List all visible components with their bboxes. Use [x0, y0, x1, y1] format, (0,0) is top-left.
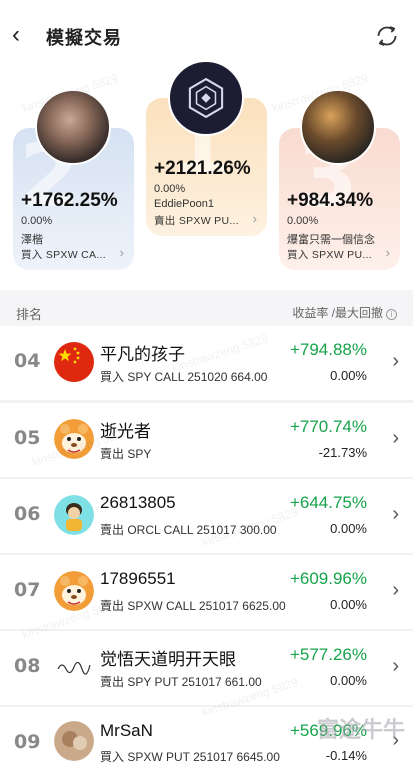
chevron-right-icon: › — [392, 427, 399, 449]
podium-drawdown: 0.00% — [154, 183, 186, 195]
row-last-trade: 賣出 SPXW CALL 251017 6625.00 — [100, 599, 286, 613]
chevron-right-icon: › — [392, 579, 399, 601]
podium-trade: 買入 SPXW CA... — [21, 249, 106, 261]
photo-avatar-icon — [54, 721, 94, 761]
podium-return: +1762.25% — [21, 190, 118, 211]
ranking-row[interactable]: 08 觉悟天道明开天眼 賣出 SPY PUT 251017 661.00 +57… — [0, 631, 413, 705]
row-last-trade: 賣出 SPY — [100, 447, 152, 461]
avatar — [54, 342, 94, 382]
podium-username: 澤楷 — [21, 234, 43, 246]
row-return: +577.26% — [289, 645, 367, 664]
info-icon[interactable]: i — [386, 309, 397, 320]
row-rank: 05 — [14, 427, 41, 449]
page-title: 模擬交易 — [46, 28, 122, 48]
row-username: 平凡的孩子 — [100, 345, 185, 364]
podium-return: +984.34% — [287, 190, 374, 211]
rank-column-label: 排名 — [16, 307, 43, 322]
row-max-drawdown: 0.00% — [330, 368, 367, 383]
avatar — [54, 495, 94, 535]
crypto-logo-icon — [188, 77, 224, 119]
china-flag-avatar-icon — [54, 342, 94, 382]
avatar — [54, 419, 94, 459]
row-username: MrSaN — [100, 721, 153, 740]
ranking-list-header: 排名 收益率 /最大回撤 i — [0, 300, 413, 328]
yield-label-text: 收益率 /最大回撤 — [292, 306, 383, 320]
row-username: 26813805 — [100, 493, 176, 512]
row-rank: 08 — [14, 655, 41, 677]
podium-username: 爆富只需一個信念 — [287, 234, 375, 246]
row-return: +770.74% — [289, 417, 367, 436]
row-return: +609.96% — [289, 569, 367, 588]
ranking-row[interactable]: 04 平凡的孩子 買入 SPY CALL 251020 664.00 +794.… — [0, 326, 413, 400]
row-rank: 07 — [14, 579, 41, 601]
ranking-row[interactable]: 07 17896551 賣出 SPXW CALL 251017 6625.00 … — [0, 555, 413, 629]
row-last-trade: 賣出 ORCL CALL 251017 300.00 — [100, 523, 277, 537]
cartoon-tiger-avatar-icon — [54, 419, 94, 459]
handwriting-avatar-icon — [54, 647, 94, 687]
row-return: +644.75% — [289, 493, 367, 512]
row-return: +794.88% — [289, 340, 367, 359]
cartoon-person-avatar-icon — [54, 495, 94, 535]
row-rank: 09 — [14, 731, 41, 753]
podium-username: EddiePoon1 — [154, 198, 214, 210]
row-max-drawdown: 0.00% — [330, 521, 367, 536]
chevron-right-icon: › — [119, 245, 124, 260]
row-username: 觉悟天道明开天眼 — [100, 650, 236, 669]
chevron-right-icon: › — [252, 211, 257, 226]
ranking-row[interactable]: 06 26813805 賣出 ORCL CALL 251017 300.00 +… — [0, 479, 413, 553]
row-last-trade: 賣出 SPY PUT 251017 661.00 — [100, 675, 262, 689]
avatar[interactable] — [300, 89, 376, 165]
chevron-right-icon: › — [392, 350, 399, 372]
avatar — [54, 721, 94, 761]
row-username: 逝光者 — [100, 422, 151, 441]
row-last-trade: 買入 SPY CALL 251020 664.00 — [100, 370, 268, 384]
brand-watermark: 富途牛牛 — [316, 717, 405, 742]
chevron-right-icon: › — [385, 245, 390, 260]
podium-drawdown: 0.00% — [287, 215, 319, 227]
podium-trade: 賣出 SPXW PU... — [154, 215, 239, 227]
avatar — [54, 571, 94, 611]
row-username: 17896551 — [100, 569, 176, 588]
yield-column-label: 收益率 /最大回撤 i — [292, 304, 397, 321]
row-max-drawdown: 0.00% — [330, 673, 367, 688]
podium-trade: 買入 SPXW PU... — [287, 249, 372, 261]
avatar[interactable] — [35, 89, 111, 165]
cartoon-tiger-avatar-icon — [54, 571, 94, 611]
chevron-right-icon: › — [392, 503, 399, 525]
back-chevron-icon[interactable]: ‹ — [12, 22, 34, 48]
row-rank: 04 — [14, 350, 41, 372]
row-rank: 06 — [14, 503, 41, 525]
row-max-drawdown: -21.73% — [318, 445, 367, 460]
row-max-drawdown: -0.14% — [325, 748, 367, 763]
podium-drawdown: 0.00% — [21, 215, 53, 227]
podium-return: +2121.26% — [154, 158, 251, 179]
ranking-row[interactable]: 05 逝光者 賣出 SPY +770.74% -21.73% › — [0, 403, 413, 477]
row-last-trade: 買入 SPXW PUT 251017 6645.00 — [100, 750, 280, 764]
avatar[interactable] — [168, 60, 244, 136]
refresh-icon[interactable] — [375, 24, 399, 48]
avatar — [54, 647, 94, 687]
row-max-drawdown: 0.00% — [330, 597, 367, 612]
chevron-right-icon: › — [392, 655, 399, 677]
top-three-podium: 2 +1762.25% 0.00% 澤楷 買入 SPXW CA... › 1 +… — [0, 60, 413, 290]
